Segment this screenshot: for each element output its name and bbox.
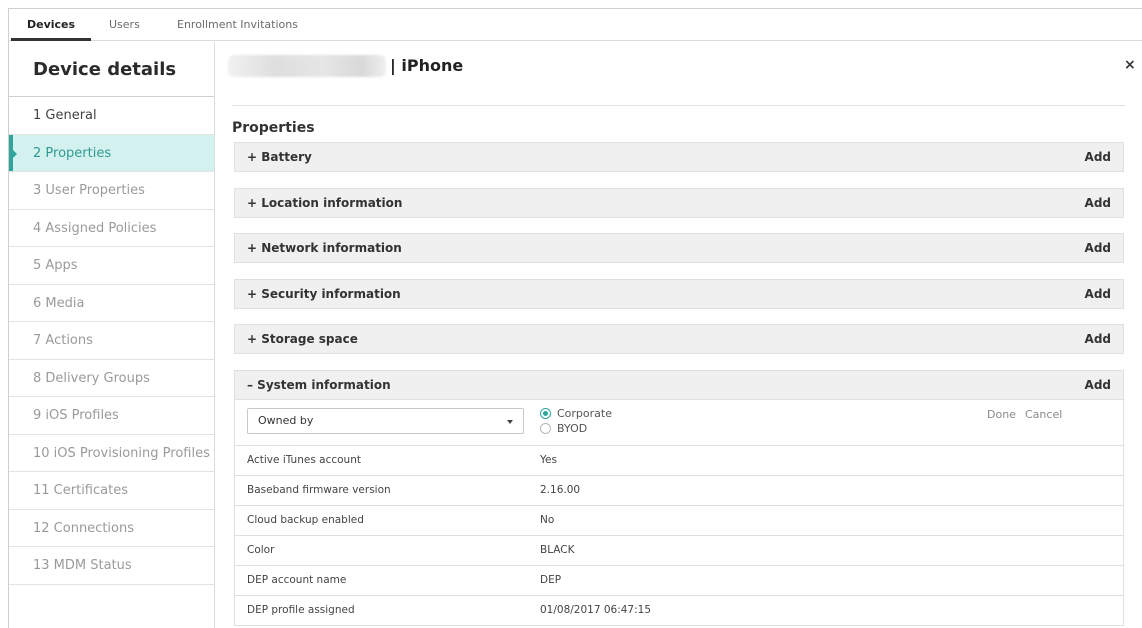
close-icon[interactable]: × [1124,56,1136,74]
radio-unchecked-icon [540,423,551,434]
table-row: DEP profile assigned 01/08/2017 06:47:15 [234,596,1124,626]
tab-enrollment-invitations[interactable]: Enrollment Invitations [177,9,298,41]
sidebar-item-connections[interactable]: 12 Connections [9,510,214,547]
main-panel: | iPhone × Properties + Battery Add + Lo… [216,42,1142,628]
property-select-value: Owned by [258,414,314,427]
section-toggle-location[interactable]: + Location information [247,189,402,218]
radio-checked-icon [540,408,551,419]
sidebar-title: Device details [9,42,214,97]
radio-label-byod: BYOD [557,422,588,435]
section-toggle-battery[interactable]: + Battery [247,143,312,172]
device-title: | iPhone [390,56,464,75]
section-network: + Network information Add [234,233,1124,263]
row-key: DEP account name [247,574,347,586]
radio-corporate[interactable]: Corporate [540,407,612,420]
table-row: Cloud backup enabled No [234,506,1124,536]
row-value: Yes [540,454,557,466]
property-edit-row: Owned by Corporate BYOD Done Cancel [234,400,1124,446]
add-button-battery[interactable]: Add [1085,143,1111,172]
table-row: Color BLACK [234,536,1124,566]
row-value: BLACK [540,544,575,556]
divider [232,105,1125,106]
row-value: No [540,514,555,526]
row-key: Active iTunes account [247,454,361,466]
section-battery: + Battery Add [234,142,1124,172]
sidebar-item-mdm-status[interactable]: 13 MDM Status [9,547,214,585]
sidebar-item-properties[interactable]: 2 Properties [9,134,214,172]
sidebar-item-delivery-groups[interactable]: 8 Delivery Groups [9,360,214,397]
section-system: – System information Add [234,370,1124,400]
app-frame: Devices Users Enrollment Invitations Dev… [8,8,1142,628]
sidebar-item-media[interactable]: 6 Media [9,285,214,322]
cancel-button[interactable]: Cancel [1025,408,1062,421]
row-value: 2.16.00 [540,484,581,496]
sidebar-item-ios-profiles[interactable]: 9 iOS Profiles [9,397,214,435]
sidebar-item-assigned-policies[interactable]: 4 Assigned Policies [9,210,214,247]
row-key: Baseband firmware version [247,484,391,496]
row-value: DEP [540,574,562,586]
row-value: 01/08/2017 06:47:15 [540,604,652,616]
add-button-network[interactable]: Add [1085,234,1111,263]
section-location: + Location information Add [234,188,1124,218]
top-navigation: Devices Users Enrollment Invitations [9,9,1142,41]
add-button-location[interactable]: Add [1085,189,1111,218]
row-key: Cloud backup enabled [247,514,364,526]
property-select[interactable]: Owned by [247,408,524,434]
sidebar: Device details 1 General 2 Properties 3 … [9,42,215,628]
sidebar-item-apps[interactable]: 5 Apps [9,247,214,285]
sidebar-item-certificates[interactable]: 11 Certificates [9,472,214,510]
tab-users[interactable]: Users [109,9,140,41]
sidebar-item-user-properties[interactable]: 3 User Properties [9,172,214,210]
table-row: DEP account name DEP [234,566,1124,596]
section-toggle-security[interactable]: + Security information [247,280,401,309]
done-button[interactable]: Done [987,408,1016,421]
add-button-system[interactable]: Add [1085,371,1111,400]
section-toggle-network[interactable]: + Network information [247,234,402,263]
radio-byod[interactable]: BYOD [540,422,587,435]
add-button-security[interactable]: Add [1085,280,1111,309]
redacted-device-name [228,55,386,77]
sidebar-item-actions[interactable]: 7 Actions [9,322,214,360]
section-toggle-storage[interactable]: + Storage space [247,325,358,354]
radio-label-corporate: Corporate [557,407,612,420]
section-storage: + Storage space Add [234,324,1124,354]
row-key: Color [247,544,275,556]
tab-devices[interactable]: Devices [27,9,75,41]
sidebar-item-ios-provisioning-profiles[interactable]: 10 iOS Provisioning Profiles [9,435,214,472]
row-key: DEP profile assigned [247,604,355,616]
section-toggle-system[interactable]: – System information [247,371,391,400]
properties-heading: Properties [232,120,315,136]
add-button-storage[interactable]: Add [1085,325,1111,354]
table-row: Active iTunes account Yes [234,446,1124,476]
active-tab-indicator [11,38,91,41]
table-row: Baseband firmware version 2.16.00 [234,476,1124,506]
section-security: + Security information Add [234,279,1124,309]
chevron-down-icon [507,420,513,424]
sidebar-item-general[interactable]: 1 General [9,97,214,135]
